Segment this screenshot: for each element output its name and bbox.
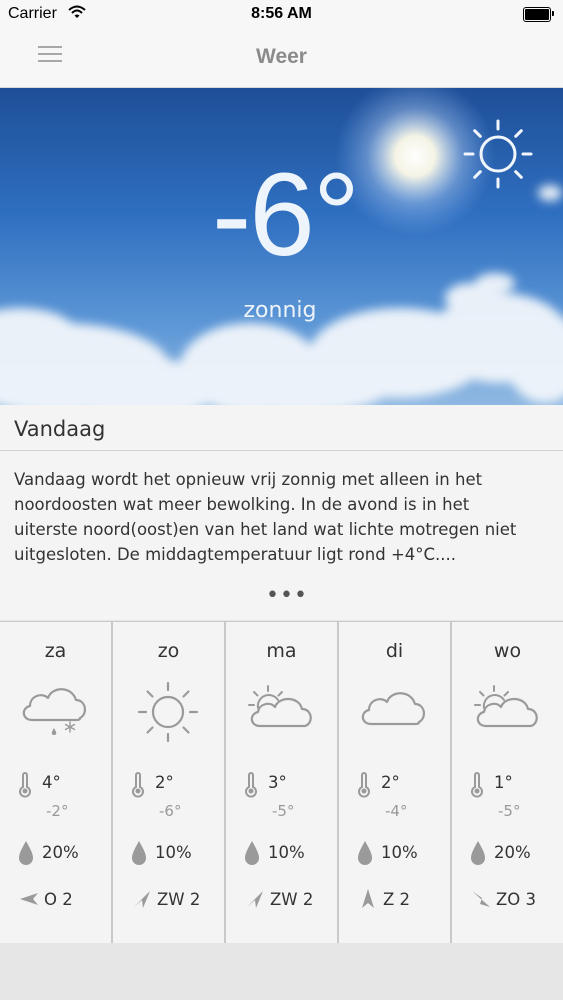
- sun-cloud-icon: [474, 685, 538, 728]
- max-temperature-value: 1°: [494, 773, 513, 792]
- rain-chance: 10%: [357, 840, 418, 866]
- daily-forecast: za 4° -2° 20% O 2 zo 2° -6° 10% ZW 2 ma …: [0, 621, 563, 944]
- wind-value: O 2: [44, 890, 73, 909]
- min-temperature: -2°: [46, 802, 69, 820]
- day-column[interactable]: zo 2° -6° 10% ZW 2: [113, 622, 224, 944]
- max-temperature: 3°: [244, 772, 287, 798]
- max-temperature-value: 3°: [268, 773, 287, 792]
- rain-chance-value: 10%: [268, 843, 305, 862]
- max-temperature-value: 4°: [42, 773, 61, 792]
- thermometer-icon: [19, 772, 31, 798]
- wind: Z 2: [357, 888, 410, 910]
- wind: ZW 2: [131, 888, 200, 910]
- min-temperature: -4°: [385, 802, 408, 820]
- day-name: zo: [157, 640, 180, 662]
- min-temperature: -5°: [498, 802, 521, 820]
- navigation-bar: Weer: [0, 30, 563, 88]
- thermometer-icon: [471, 772, 483, 798]
- today-heading-bar: Vandaag: [0, 405, 563, 451]
- sun-icon: [137, 681, 199, 743]
- wind-direction-arrow-icon: [362, 889, 374, 908]
- rain-chance: 10%: [244, 840, 305, 866]
- cloud-rain-snow-icon: [22, 688, 86, 735]
- rain-chance-value: 20%: [494, 843, 531, 862]
- max-temperature: 1°: [470, 772, 513, 798]
- day-name: wo: [493, 640, 522, 662]
- wind-direction-arrow-icon: [472, 891, 490, 907]
- min-temperature: -6°: [159, 802, 182, 820]
- thermometer-icon: [245, 772, 257, 798]
- day-column[interactable]: wo 1° -5° 20% ZO 3: [452, 622, 563, 944]
- rain-chance-value: 10%: [155, 843, 192, 862]
- raindrop-icon: [132, 841, 146, 865]
- raindrop-icon: [19, 841, 33, 865]
- battery-icon: [523, 7, 554, 22]
- sun-cloud-icon: [248, 685, 312, 728]
- day-name: za: [44, 640, 67, 662]
- current-weather-hero: -6° zonnig: [0, 88, 563, 405]
- rain-chance: 20%: [470, 840, 531, 866]
- raindrop-icon: [245, 841, 259, 865]
- rain-chance-value: 10%: [381, 843, 418, 862]
- max-temperature: 2°: [131, 772, 174, 798]
- bottom-area: [0, 943, 563, 1000]
- wind-value: ZO 3: [496, 890, 537, 909]
- cloud-icon: [361, 692, 425, 726]
- max-temperature-value: 2°: [381, 773, 400, 792]
- wind-direction-arrow-icon: [134, 891, 150, 908]
- wind: ZO 3: [470, 888, 536, 910]
- raindrop-icon: [358, 841, 372, 865]
- day-column[interactable]: di 2° -4° 10% Z 2: [339, 622, 450, 944]
- wind-value: ZW 2: [157, 890, 201, 909]
- wind-value: Z 2: [383, 890, 411, 909]
- current-temperature: -6°: [211, 149, 360, 281]
- more-button[interactable]: •••: [266, 583, 308, 608]
- wind-value: ZW 2: [270, 890, 314, 909]
- page-title: Weer: [256, 45, 307, 68]
- rain-chance-value: 20%: [42, 843, 79, 862]
- max-temperature: 2°: [357, 772, 400, 798]
- raindrop-icon: [471, 841, 485, 865]
- wind-direction-arrow-icon: [20, 893, 38, 905]
- rain-chance: 10%: [131, 840, 192, 866]
- day-name: ma: [266, 640, 297, 662]
- clock: 8:56 AM: [251, 5, 312, 22]
- max-temperature-value: 2°: [155, 773, 174, 792]
- rain-chance: 20%: [18, 840, 79, 866]
- sun-icon: [463, 119, 533, 189]
- day-column[interactable]: za 4° -2° 20% O 2: [0, 622, 111, 944]
- current-condition: zonnig: [243, 298, 317, 323]
- max-temperature: 4°: [18, 772, 61, 798]
- today-forecast-text: Vandaag wordt het opnieuw vrij zonnig me…: [14, 470, 517, 564]
- wind: ZW 2: [244, 888, 313, 910]
- thermometer-icon: [358, 772, 370, 798]
- day-name: di: [385, 640, 404, 662]
- wind: O 2: [18, 888, 73, 910]
- thermometer-icon: [132, 772, 144, 798]
- day-column[interactable]: ma 3° -5° 10% ZW 2: [226, 622, 337, 944]
- status-bar: Carrier 8:56 AM: [0, 0, 563, 30]
- min-temperature: -5°: [272, 802, 295, 820]
- today-heading: Vandaag: [14, 417, 106, 441]
- today-forecast: Vandaag wordt het opnieuw vrij zonnig me…: [0, 451, 563, 620]
- wind-direction-arrow-icon: [247, 891, 263, 908]
